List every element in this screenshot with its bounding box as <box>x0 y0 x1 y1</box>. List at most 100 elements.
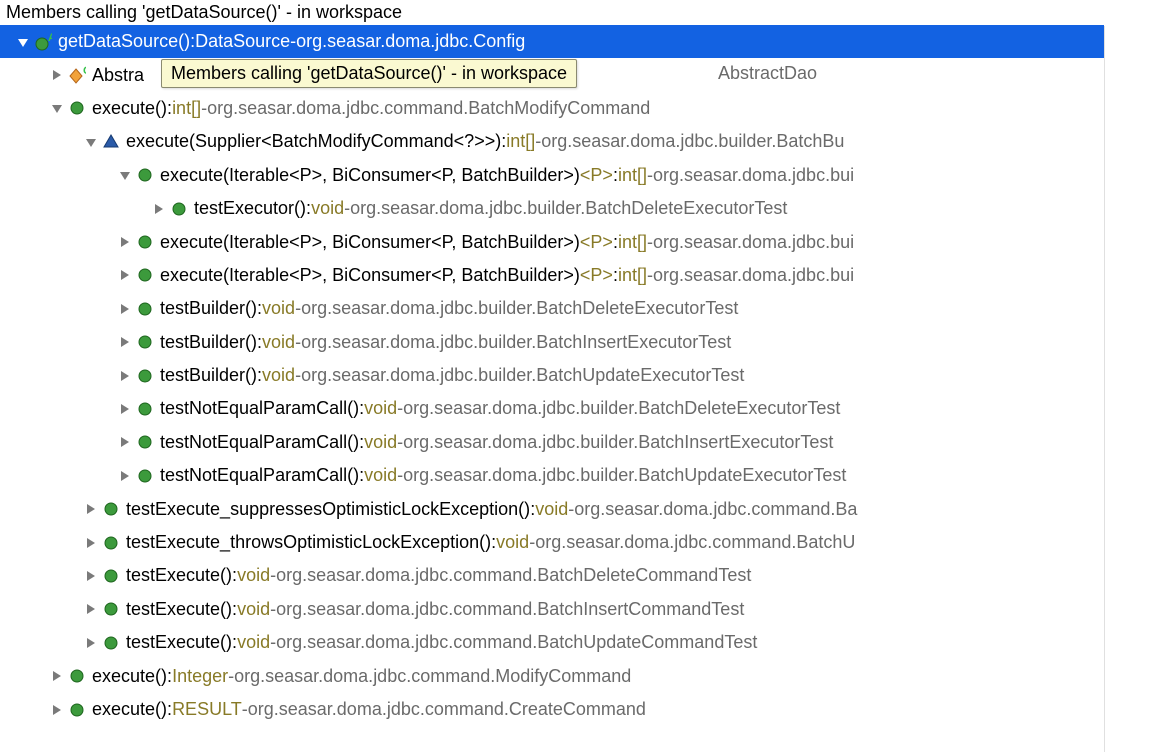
return-type: void <box>262 365 295 386</box>
expand-arrow-open-icon[interactable] <box>16 35 30 49</box>
method-name: testBuilder() <box>160 332 257 353</box>
svg-text:C: C <box>83 65 86 77</box>
svg-text:A: A <box>48 32 52 44</box>
public-method-icon <box>136 300 154 318</box>
call-hierarchy-tree[interactable]: AgetDataSource() : DataSource - org.seas… <box>0 25 1170 726</box>
method-name: execute(Supplier<BatchModifyCommand<?>>) <box>126 131 501 152</box>
tree-row[interactable]: testNotEqualParamCall() : void - org.sea… <box>0 426 1104 459</box>
package-name: org.seasar.doma.jdbc.builder.BatchInsert… <box>301 332 731 353</box>
expand-arrow-closed-icon[interactable] <box>50 703 64 717</box>
expand-arrow-closed-icon[interactable] <box>84 569 98 583</box>
tree-row[interactable]: execute(Supplier<BatchModifyCommand<?>>)… <box>0 125 1104 158</box>
class-cj-icon: C <box>68 66 86 84</box>
expand-arrow-closed-icon[interactable] <box>84 536 98 550</box>
tree-row[interactable]: execute() : Integer - org.seasar.doma.jd… <box>0 659 1104 692</box>
expand-arrow-open-icon[interactable] <box>118 168 132 182</box>
method-name: Abstra <box>92 65 144 86</box>
tree-row[interactable]: testExecute_throwsOptimisticLockExceptio… <box>0 526 1104 559</box>
tree-row[interactable]: execute(Iterable<P>, BiConsumer<P, Batch… <box>0 159 1104 192</box>
obscured-label-fragment: AbstractDao <box>718 63 817 84</box>
public-method-icon <box>136 233 154 251</box>
public-method-icon <box>102 634 120 652</box>
return-type: void <box>496 532 529 553</box>
expand-arrow-open-icon[interactable] <box>84 135 98 149</box>
public-method-icon <box>68 701 86 719</box>
expand-arrow-closed-icon[interactable] <box>118 335 132 349</box>
method-name: execute(Iterable<P>, BiConsumer<P, Batch… <box>160 265 580 286</box>
package-name: org.seasar.doma.jdbc.builder.BatchInsert… <box>403 432 833 453</box>
public-method-icon <box>136 367 154 385</box>
generic-hint: <P> <box>580 232 613 253</box>
public-method-icon <box>136 333 154 351</box>
tree-row[interactable]: testExecute() : void - org.seasar.doma.j… <box>0 593 1104 626</box>
method-name: getDataSource() <box>58 31 190 52</box>
expand-arrow-closed-icon[interactable] <box>118 469 132 483</box>
tree-row[interactable]: testNotEqualParamCall() : void - org.sea… <box>0 459 1104 492</box>
method-name: testExecute() <box>126 565 232 586</box>
method-name: testExecute() <box>126 632 232 653</box>
tree-row[interactable]: testExecutor() : void - org.seasar.doma.… <box>0 192 1104 225</box>
expand-arrow-closed-icon[interactable] <box>84 502 98 516</box>
method-name: testBuilder() <box>160 365 257 386</box>
return-type: void <box>262 298 295 319</box>
expand-arrow-closed-icon[interactable] <box>118 369 132 383</box>
public-method-icon <box>136 266 154 284</box>
expand-arrow-closed-icon[interactable] <box>84 602 98 616</box>
package-name: org.seasar.doma.jdbc.bui <box>653 165 854 186</box>
package-name: org.seasar.doma.jdbc.command.BatchDelete… <box>276 565 751 586</box>
public-method-icon <box>68 667 86 685</box>
method-name: testExecutor() <box>194 198 306 219</box>
return-type: RESULT <box>172 699 242 720</box>
expand-arrow-closed-icon[interactable] <box>118 302 132 316</box>
public-method-icon <box>170 200 188 218</box>
default-method-icon <box>102 133 120 151</box>
package-name: org.seasar.doma.jdbc.builder.BatchDelete… <box>403 398 840 419</box>
expand-arrow-closed-icon[interactable] <box>50 68 64 82</box>
tree-row[interactable]: testBuilder() : void - org.seasar.doma.j… <box>0 292 1104 325</box>
tree-row[interactable]: AgetDataSource() : DataSource - org.seas… <box>0 25 1104 58</box>
return-type: int[] <box>618 232 647 253</box>
expand-arrow-closed-icon[interactable] <box>118 435 132 449</box>
return-type: void <box>237 565 270 586</box>
abstract-method-icon: A <box>34 33 52 51</box>
tree-row[interactable]: execute() : RESULT - org.seasar.doma.jdb… <box>0 693 1104 726</box>
return-type: void <box>262 332 295 353</box>
view-title: Members calling 'getDataSource()' - in w… <box>0 0 1170 25</box>
tree-row[interactable]: testExecute() : void - org.seasar.doma.j… <box>0 559 1104 592</box>
expand-arrow-closed-icon[interactable] <box>118 268 132 282</box>
return-type: int[] <box>506 131 535 152</box>
package-name: org.seasar.doma.jdbc.builder.BatchUpdate… <box>403 465 846 486</box>
expand-arrow-closed-icon[interactable] <box>50 669 64 683</box>
method-name: execute() <box>92 666 167 687</box>
package-name: org.seasar.doma.jdbc.bui <box>653 265 854 286</box>
generic-hint: <P> <box>580 165 613 186</box>
return-type: void <box>535 499 568 520</box>
expand-arrow-closed-icon[interactable] <box>118 235 132 249</box>
tree-row[interactable]: testBuilder() : void - org.seasar.doma.j… <box>0 359 1104 392</box>
tree-row[interactable]: execute(Iterable<P>, BiConsumer<P, Batch… <box>0 259 1104 292</box>
package-name: org.seasar.doma.jdbc.Config <box>296 31 525 52</box>
method-name: testNotEqualParamCall() <box>160 432 359 453</box>
scrollbar-area[interactable] <box>1104 26 1170 752</box>
method-name: testExecute() <box>126 599 232 620</box>
method-name: execute(Iterable<P>, BiConsumer<P, Batch… <box>160 165 580 186</box>
tree-row[interactable]: execute() : int[] - org.seasar.doma.jdbc… <box>0 92 1104 125</box>
method-name: testNotEqualParamCall() <box>160 465 359 486</box>
package-name: org.seasar.doma.jdbc.command.BatchInsert… <box>276 599 744 620</box>
method-name: testExecute_suppressesOptimisticLockExce… <box>126 499 530 520</box>
expand-arrow-closed-icon[interactable] <box>152 202 166 216</box>
public-method-icon <box>136 433 154 451</box>
expand-arrow-closed-icon[interactable] <box>118 402 132 416</box>
tree-row[interactable]: testExecute() : void - org.seasar.doma.j… <box>0 626 1104 659</box>
package-name: org.seasar.doma.jdbc.builder.BatchDelete… <box>301 298 738 319</box>
public-method-icon <box>102 600 120 618</box>
tree-row[interactable]: testBuilder() : void - org.seasar.doma.j… <box>0 326 1104 359</box>
tree-row[interactable]: testNotEqualParamCall() : void - org.sea… <box>0 392 1104 425</box>
expand-arrow-open-icon[interactable] <box>50 101 64 115</box>
return-type: void <box>237 632 270 653</box>
expand-arrow-closed-icon[interactable] <box>84 636 98 650</box>
tree-row[interactable]: execute(Iterable<P>, BiConsumer<P, Batch… <box>0 225 1104 258</box>
method-name: testNotEqualParamCall() <box>160 398 359 419</box>
method-name: execute() <box>92 699 167 720</box>
tree-row[interactable]: testExecute_suppressesOptimisticLockExce… <box>0 492 1104 525</box>
